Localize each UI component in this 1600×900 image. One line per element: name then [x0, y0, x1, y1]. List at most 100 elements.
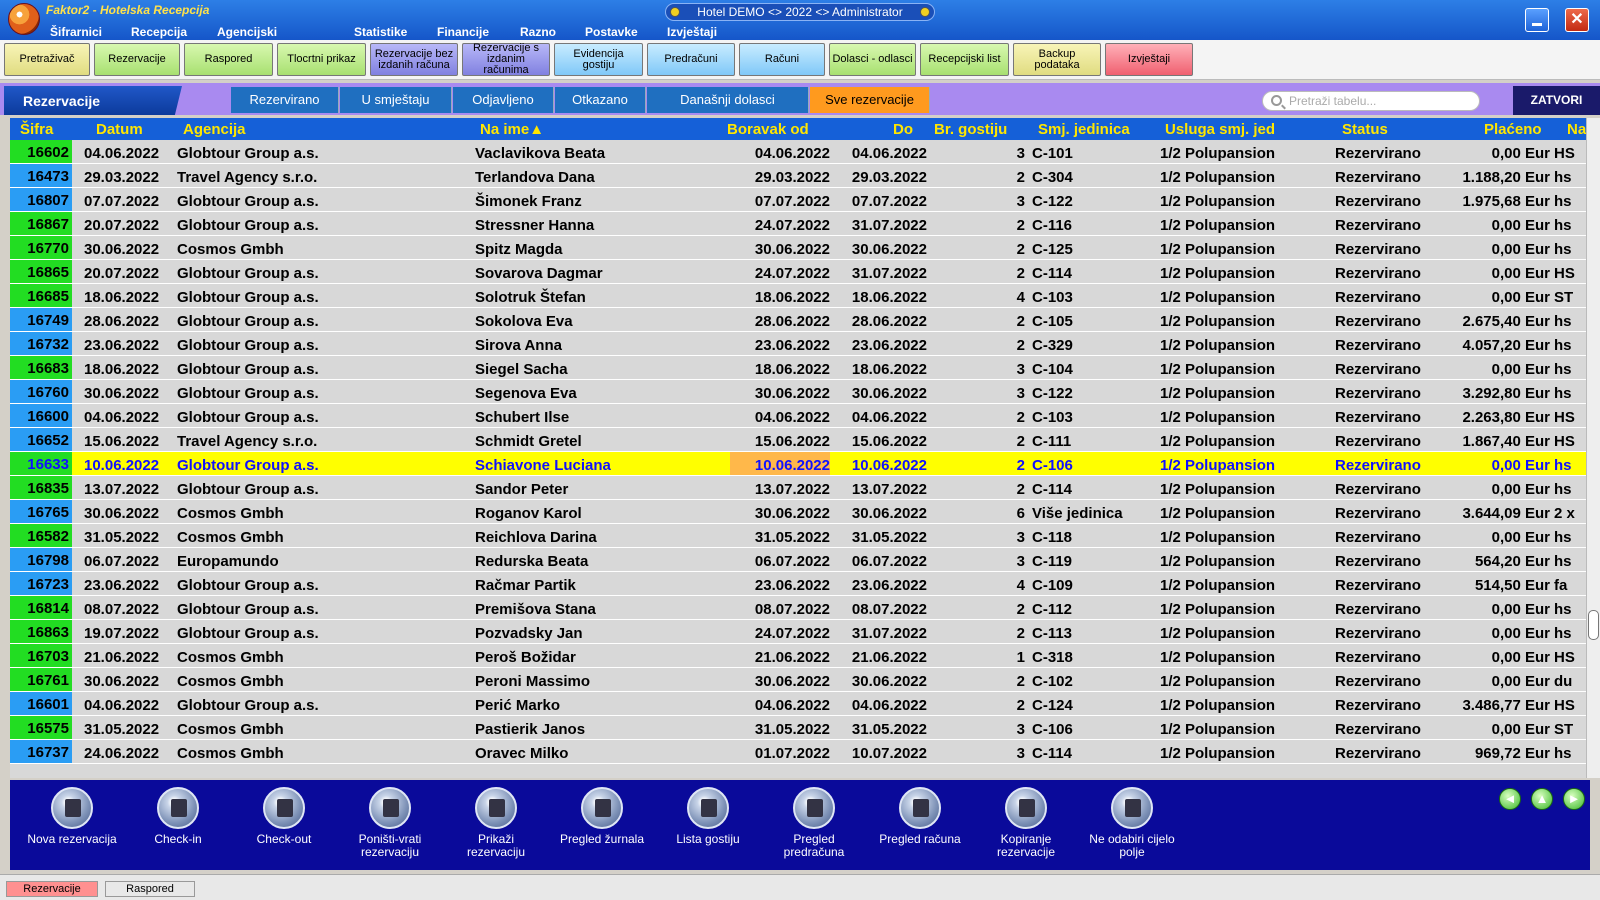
- cell-datum[interactable]: 30.06.2022: [84, 385, 159, 402]
- cell-od[interactable]: 04.06.2022: [730, 697, 830, 714]
- cell-do[interactable]: 04.06.2022: [835, 409, 927, 426]
- cell-gosti[interactable]: 2: [1000, 217, 1025, 234]
- cell-do[interactable]: 07.07.2022: [835, 193, 927, 210]
- toolbar-button-9[interactable]: Računi: [739, 43, 825, 76]
- column-header-3[interactable]: Agencija: [183, 121, 246, 138]
- action-no-select-field-button[interactable]: Ne odabiri cijelo polje: [1087, 787, 1177, 867]
- cell-jedinica[interactable]: C-111: [1032, 433, 1071, 450]
- row-id-cell[interactable]: 16601: [10, 692, 72, 715]
- row-id-cell[interactable]: 16865: [10, 260, 72, 283]
- cell-gosti[interactable]: 3: [1000, 385, 1025, 402]
- cell-usluga[interactable]: 1/2 Polupansion: [1160, 313, 1275, 330]
- cell-datum[interactable]: 31.05.2022: [84, 529, 159, 546]
- row-id-cell[interactable]: 16765: [10, 500, 72, 523]
- cell-jedinica[interactable]: C-114: [1032, 745, 1072, 762]
- cell-od[interactable]: 31.05.2022: [730, 721, 830, 738]
- cell-gosti[interactable]: 3: [1000, 745, 1025, 762]
- cell-ime[interactable]: Premišova Stana: [475, 601, 596, 618]
- row-id-cell[interactable]: 16473: [10, 164, 72, 187]
- cell-jedinica[interactable]: C-318: [1032, 649, 1073, 666]
- cell-na[interactable]: hs: [1554, 217, 1572, 234]
- cell-gosti[interactable]: 2: [1000, 481, 1025, 498]
- action-proforma-button[interactable]: Pregled predračuna: [769, 787, 859, 867]
- menu-item-4[interactable]: Statistike: [354, 25, 407, 39]
- cell-na[interactable]: hs: [1554, 745, 1572, 762]
- cell-na[interactable]: fa: [1554, 577, 1567, 594]
- cell-status[interactable]: Rezervirano: [1335, 169, 1421, 186]
- cell-usluga[interactable]: 1/2 Polupansion: [1160, 433, 1275, 450]
- cell-jedinica[interactable]: C-103: [1032, 289, 1073, 306]
- cell-jedinica[interactable]: C-109: [1032, 577, 1073, 594]
- cell-agencija[interactable]: Globtour Group a.s.: [177, 409, 319, 426]
- row-id-cell[interactable]: 16760: [10, 380, 72, 403]
- cell-gosti[interactable]: 1: [1000, 649, 1025, 666]
- cell-na[interactable]: ST: [1554, 721, 1573, 738]
- cell-datum[interactable]: 07.07.2022: [84, 193, 159, 210]
- table-row[interactable]: 16575 31.05.2022 Cosmos Gmbh Pastierik Jano…: [10, 716, 1586, 740]
- cell-status[interactable]: Rezervirano: [1335, 433, 1421, 450]
- cell-placeno[interactable]: 2.263,80 Eur: [1440, 409, 1550, 426]
- cell-placeno[interactable]: 0,00 Eur: [1440, 457, 1550, 474]
- cell-datum[interactable]: 10.06.2022: [84, 457, 159, 474]
- cell-ime[interactable]: Stressner Hanna: [475, 217, 594, 234]
- zatvori-button[interactable]: ZATVORI: [1513, 86, 1600, 115]
- cell-ime[interactable]: Segenova Eva: [475, 385, 577, 402]
- filter-tab-5[interactable]: Današnji dolasci: [647, 87, 809, 113]
- cell-ime[interactable]: Reichlova Darina: [475, 529, 597, 546]
- cell-od[interactable]: 18.06.2022: [730, 361, 830, 378]
- cell-od[interactable]: 24.07.2022: [730, 265, 830, 282]
- cell-od[interactable]: 24.07.2022: [730, 625, 830, 642]
- cell-agencija[interactable]: Globtour Group a.s.: [177, 289, 319, 306]
- cell-na[interactable]: hs: [1554, 385, 1572, 402]
- row-id-cell[interactable]: 16602: [10, 140, 72, 163]
- toolbar-button-12[interactable]: Backup podataka: [1013, 43, 1101, 76]
- action-show-reservation-button[interactable]: Prikaži rezervaciju: [451, 787, 541, 867]
- cell-agencija[interactable]: Cosmos Gmbh: [177, 505, 284, 522]
- cell-placeno[interactable]: 3.644,09 Eur: [1440, 505, 1550, 522]
- toolbar-button-2[interactable]: Rezervacije: [94, 43, 180, 76]
- toolbar-button-4[interactable]: Tlocrtni prikaz: [277, 43, 366, 76]
- action-journal-button[interactable]: Pregled žurnala: [557, 787, 647, 867]
- cell-agencija[interactable]: Cosmos Gmbh: [177, 721, 284, 738]
- cell-do[interactable]: 31.07.2022: [835, 265, 927, 282]
- row-id-cell[interactable]: 16575: [10, 716, 72, 739]
- cell-na[interactable]: ST: [1554, 289, 1573, 306]
- table-row[interactable]: 16473 29.03.2022 Travel Agency s.r.o. Terla…: [10, 164, 1586, 188]
- column-header-4[interactable]: Na ime▲: [480, 121, 544, 138]
- menu-item-7[interactable]: Postavke: [585, 25, 638, 39]
- cell-jedinica[interactable]: C-122: [1032, 193, 1073, 210]
- cell-usluga[interactable]: 1/2 Polupansion: [1160, 529, 1275, 546]
- cell-agencija[interactable]: Globtour Group a.s.: [177, 385, 319, 402]
- action-copy-reservation-button[interactable]: Kopiranje rezervacije: [981, 787, 1071, 867]
- toolbar-button-8[interactable]: Predračuni: [647, 43, 735, 76]
- column-header-7[interactable]: Br. gostiju: [934, 121, 1007, 138]
- cell-gosti[interactable]: 3: [1000, 361, 1025, 378]
- cell-gosti[interactable]: 3: [1000, 145, 1025, 162]
- cell-jedinica[interactable]: C-113: [1032, 625, 1072, 642]
- menu-item-2[interactable]: Recepcija: [131, 25, 187, 39]
- cell-na[interactable]: hs: [1554, 481, 1572, 498]
- cell-placeno[interactable]: 0,00 Eur: [1440, 289, 1550, 306]
- column-header-6[interactable]: Do: [893, 121, 913, 138]
- cell-od[interactable]: 21.06.2022: [730, 649, 830, 666]
- cell-od[interactable]: 30.06.2022: [730, 385, 830, 402]
- cell-status[interactable]: Rezervirano: [1335, 241, 1421, 258]
- cell-do[interactable]: 31.05.2022: [835, 529, 927, 546]
- row-id-cell[interactable]: 16683: [10, 356, 72, 379]
- minimize-button[interactable]: [1525, 8, 1549, 32]
- nav-up-arrow-icon[interactable]: ▲: [1531, 788, 1553, 810]
- cell-usluga[interactable]: 1/2 Polupansion: [1160, 457, 1275, 474]
- cell-agencija[interactable]: Cosmos Gmbh: [177, 745, 284, 762]
- cell-do[interactable]: 30.06.2022: [835, 241, 927, 258]
- cell-gosti[interactable]: 2: [1000, 601, 1025, 618]
- cell-do[interactable]: 13.07.2022: [835, 481, 927, 498]
- cell-usluga[interactable]: 1/2 Polupansion: [1160, 697, 1275, 714]
- cell-ime[interactable]: Pastierik Janos: [475, 721, 585, 738]
- cell-do[interactable]: 23.06.2022: [835, 577, 927, 594]
- cell-ime[interactable]: Schiavone Luciana: [475, 457, 611, 474]
- cell-od[interactable]: 30.06.2022: [730, 505, 830, 522]
- cell-na[interactable]: HS: [1554, 265, 1575, 282]
- cell-datum[interactable]: 21.06.2022: [84, 649, 159, 666]
- cell-gosti[interactable]: 4: [1000, 289, 1025, 306]
- cell-do[interactable]: 21.06.2022: [835, 649, 927, 666]
